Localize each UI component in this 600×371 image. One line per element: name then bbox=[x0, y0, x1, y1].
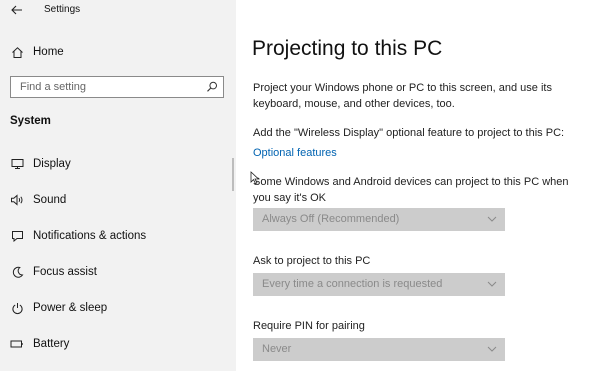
search-input[interactable] bbox=[11, 77, 191, 97]
sidebar-item-power-sleep[interactable]: Power & sleep bbox=[0, 296, 236, 320]
dropdown-value: Every time a connection is requested bbox=[262, 278, 443, 290]
sidebar-item-label: Battery bbox=[33, 338, 70, 350]
window-title: Settings bbox=[44, 4, 81, 15]
mouse-cursor-icon bbox=[250, 171, 260, 185]
sidebar-item-sound[interactable]: Sound bbox=[0, 188, 236, 212]
sidebar-item-battery[interactable]: Battery bbox=[0, 332, 236, 356]
back-arrow-icon bbox=[11, 5, 22, 15]
sidebar-item-notifications[interactable]: Notifications & actions bbox=[0, 224, 236, 248]
ask-dropdown[interactable]: Every time a connection is requested bbox=[253, 273, 505, 296]
sidebar: Settings Home System bbox=[0, 0, 236, 371]
sidebar-item-label: Notifications & actions bbox=[33, 230, 147, 242]
sidebar-item-label: Display bbox=[33, 158, 71, 170]
monitor-icon bbox=[10, 157, 24, 171]
sidebar-item-label: Power & sleep bbox=[33, 302, 108, 314]
page-title: Projecting to this PC bbox=[252, 37, 443, 60]
sidebar-item-label: Sound bbox=[33, 194, 67, 206]
chevron-down-icon bbox=[487, 281, 497, 287]
optional-features-link[interactable]: Optional features bbox=[253, 147, 337, 159]
dropdown-value: Never bbox=[262, 343, 292, 355]
chevron-down-icon bbox=[487, 346, 497, 352]
availability-label: Some Windows and Android devices can pro… bbox=[253, 176, 569, 204]
feature-note: Add the "Wireless Display" optional feat… bbox=[253, 127, 565, 139]
sidebar-item-label: Home bbox=[33, 46, 64, 58]
battery-icon bbox=[10, 337, 24, 351]
main-content: Projecting to this PC Project your Windo… bbox=[236, 0, 600, 371]
sidebar-item-display[interactable]: Display bbox=[0, 152, 236, 176]
search-icon[interactable] bbox=[205, 80, 219, 94]
settings-window: Settings Home System bbox=[0, 0, 600, 371]
search-box[interactable] bbox=[10, 76, 224, 98]
sidebar-item-home[interactable]: Home bbox=[0, 40, 236, 64]
dropdown-value: Always Off (Recommended) bbox=[262, 213, 400, 225]
section-title: System bbox=[10, 115, 51, 127]
home-icon bbox=[10, 45, 24, 59]
power-icon bbox=[10, 301, 24, 315]
pin-label: Require PIN for pairing bbox=[253, 320, 365, 332]
notification-icon bbox=[10, 229, 24, 243]
back-button[interactable] bbox=[6, 0, 28, 20]
availability-dropdown[interactable]: Always Off (Recommended) bbox=[253, 208, 505, 231]
ask-label: Ask to project to this PC bbox=[253, 255, 371, 267]
intro-text: Project your Windows phone or PC to this… bbox=[253, 82, 552, 110]
sidebar-scrollbar[interactable] bbox=[232, 158, 234, 191]
chevron-down-icon bbox=[487, 216, 497, 222]
moon-icon bbox=[10, 265, 24, 279]
title-bar: Settings bbox=[0, 0, 236, 22]
speaker-icon bbox=[10, 193, 24, 207]
pin-dropdown[interactable]: Never bbox=[253, 338, 505, 361]
sidebar-item-focus-assist[interactable]: Focus assist bbox=[0, 260, 236, 284]
sidebar-item-label: Focus assist bbox=[33, 266, 97, 278]
